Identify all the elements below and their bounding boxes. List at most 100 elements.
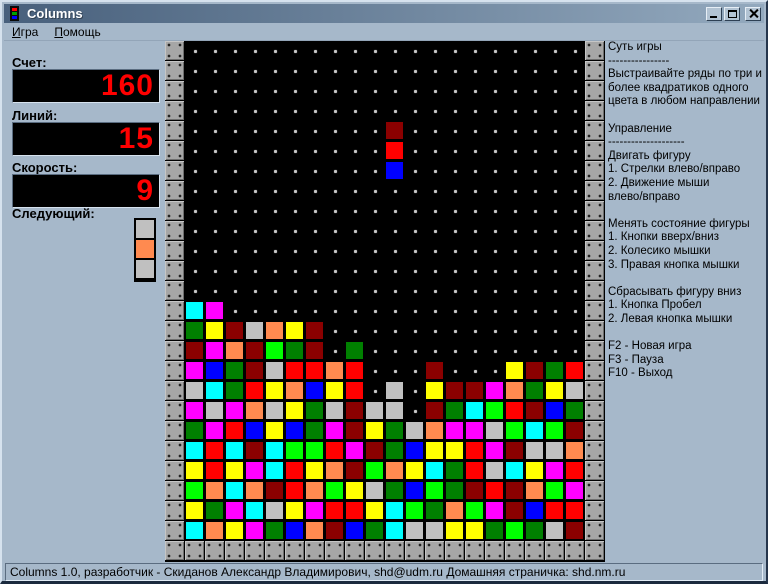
- board-block: [305, 321, 325, 341]
- board-block: [225, 481, 245, 501]
- empty-cell-dot: [505, 81, 525, 101]
- empty-cell-dot: [485, 141, 505, 161]
- empty-cell-dot: [345, 281, 365, 301]
- empty-cell-dot: [385, 261, 405, 281]
- board-block: [445, 461, 465, 481]
- board-block: [345, 381, 365, 401]
- empty-cell-dot: [385, 241, 405, 261]
- border-tile: [165, 161, 184, 180]
- empty-cell-dot: [305, 201, 325, 221]
- board-block: [485, 421, 505, 441]
- board-block: [285, 501, 305, 521]
- board-block: [265, 441, 285, 461]
- empty-cell-dot: [405, 361, 425, 381]
- empty-cell-dot: [385, 361, 405, 381]
- border-tile: [585, 301, 604, 320]
- board-block: [505, 381, 525, 401]
- empty-cell-dot: [545, 221, 565, 241]
- empty-cell-dot: [265, 41, 285, 61]
- board-block: [245, 361, 265, 381]
- lines-display: 15: [12, 122, 160, 156]
- empty-cell-dot: [325, 41, 345, 61]
- empty-cell-dot: [505, 281, 525, 301]
- empty-cell-dot: [325, 201, 345, 221]
- empty-cell-dot: [445, 241, 465, 261]
- empty-cell-dot: [425, 161, 445, 181]
- empty-cell-dot: [525, 141, 545, 161]
- titlebar[interactable]: Columns: [4, 4, 764, 23]
- empty-cell-dot: [525, 61, 545, 81]
- empty-cell-dot: [505, 141, 525, 161]
- close-button[interactable]: [745, 7, 761, 21]
- app-window: Columns Игра Помощь Счет: 160 Линий: 15 …: [0, 0, 768, 584]
- minimize-icon: [710, 16, 717, 18]
- empty-cell-dot: [285, 301, 305, 321]
- empty-cell-dot: [545, 281, 565, 301]
- empty-cell-dot: [385, 61, 405, 81]
- board-block: [445, 401, 465, 421]
- empty-cell-dot: [365, 161, 385, 181]
- empty-cell-dot: [385, 41, 405, 61]
- board-block: [545, 501, 565, 521]
- empty-cell-dot: [405, 101, 425, 121]
- border-tile: [165, 101, 184, 120]
- empty-cell-dot: [465, 121, 485, 141]
- border-tile: [165, 281, 184, 300]
- empty-cell-dot: [405, 281, 425, 301]
- board-block: [265, 521, 285, 541]
- empty-cell-dot: [425, 121, 445, 141]
- empty-cell-dot: [505, 181, 525, 201]
- empty-cell-dot: [185, 241, 205, 261]
- board-block: [305, 461, 325, 481]
- menu-help[interactable]: Помощь: [46, 24, 108, 40]
- empty-cell-dot: [345, 121, 365, 141]
- empty-cell-dot: [565, 141, 585, 161]
- minimize-button[interactable]: [706, 7, 722, 21]
- board-block: [565, 461, 585, 481]
- board-block: [365, 441, 385, 461]
- empty-cell-dot: [465, 241, 485, 261]
- border-tile: [185, 541, 204, 560]
- maximize-button[interactable]: [724, 7, 740, 21]
- icon-red-square: [12, 8, 17, 11]
- board-block: [485, 521, 505, 541]
- empty-cell-dot: [505, 61, 525, 81]
- board-block: [305, 341, 325, 361]
- window-title: Columns: [27, 6, 83, 21]
- empty-cell-dot: [285, 161, 305, 181]
- empty-cell-dot: [365, 41, 385, 61]
- board-block: [345, 441, 365, 461]
- board-block: [205, 441, 225, 461]
- empty-cell-dot: [525, 181, 545, 201]
- empty-cell-dot: [425, 201, 445, 221]
- border-tile: [165, 501, 184, 520]
- empty-cell-dot: [325, 281, 345, 301]
- border-tile: [365, 541, 384, 560]
- board-block: [205, 461, 225, 481]
- empty-cell-dot: [265, 161, 285, 181]
- playfield[interactable]: [185, 41, 585, 541]
- border-tile: [385, 541, 404, 560]
- menu-game[interactable]: Игра: [4, 24, 46, 40]
- board-block: [305, 421, 325, 441]
- next-piece-block: [136, 220, 154, 238]
- border-tile: [545, 541, 564, 560]
- border-tile: [345, 541, 364, 560]
- empty-cell-dot: [465, 221, 485, 241]
- empty-cell-dot: [245, 161, 265, 181]
- border-tile: [585, 501, 604, 520]
- border-tile: [165, 241, 184, 260]
- board-block: [485, 381, 505, 401]
- board-block: [305, 441, 325, 461]
- empty-cell-dot: [445, 301, 465, 321]
- empty-cell-dot: [245, 41, 265, 61]
- empty-cell-dot: [185, 101, 205, 121]
- empty-cell-dot: [525, 281, 545, 301]
- empty-cell-dot: [445, 81, 465, 101]
- board-block: [405, 481, 425, 501]
- empty-cell-dot: [485, 61, 505, 81]
- board-block: [525, 521, 545, 541]
- board-block: [345, 421, 365, 441]
- empty-cell-dot: [505, 201, 525, 221]
- board-block: [285, 361, 305, 381]
